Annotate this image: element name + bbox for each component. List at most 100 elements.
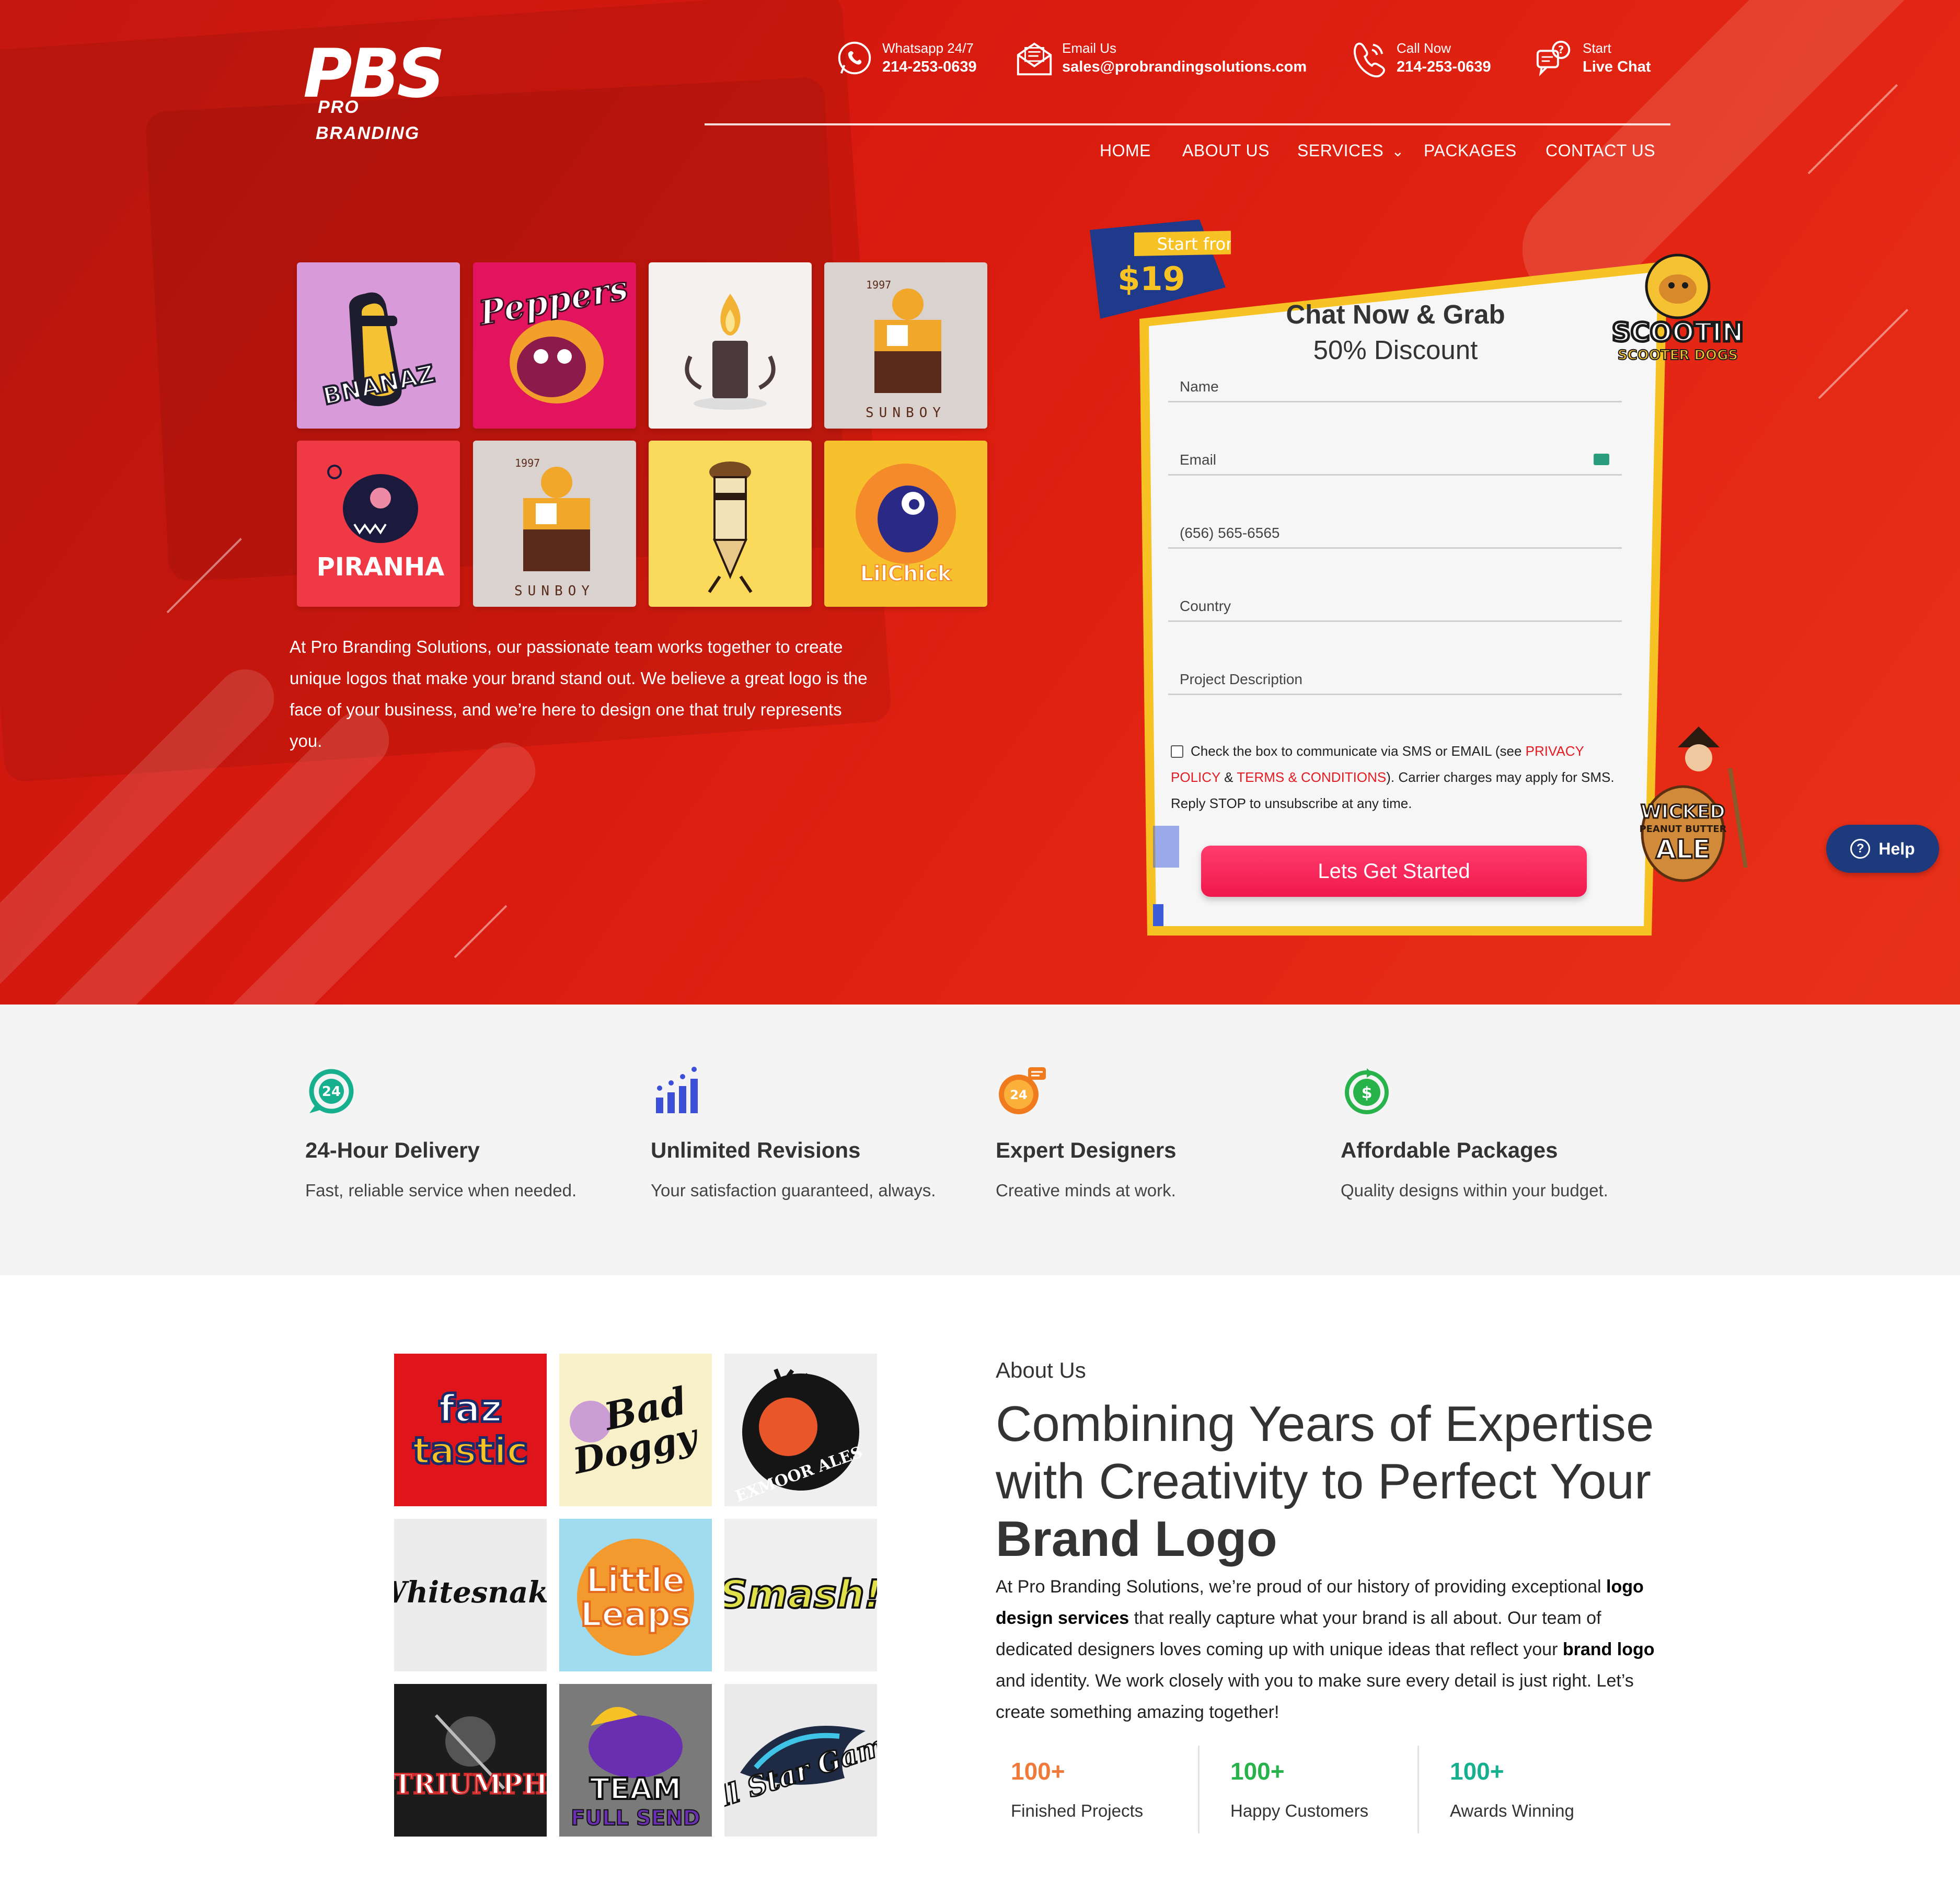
- consent-checkbox[interactable]: [1171, 745, 1183, 758]
- feature-desc: Fast, reliable service when needed.: [305, 1181, 577, 1200]
- mail-icon: [1594, 454, 1609, 465]
- portfolio-tile[interactable]: Peppers: [473, 262, 636, 429]
- about-label: About Us: [996, 1358, 1086, 1382]
- chevron-down-icon: ⌄: [1391, 143, 1404, 159]
- portfolio-grid-tile[interactable]: TEAM FULL SEND: [559, 1684, 712, 1837]
- project-description-field[interactable]: Project Description: [1168, 664, 1622, 695]
- tile-text: TRIUMPH: [394, 1769, 547, 1800]
- nav-services[interactable]: SERVICES ⌄: [1297, 141, 1404, 160]
- contact-value: Live Chat: [1583, 59, 1651, 75]
- all-star-game-logo-image: All Star Game: [724, 1684, 877, 1837]
- contact-email[interactable]: Email Us sales@probrandingsolutions.com: [1014, 34, 1307, 82]
- email-field-label: Email: [1180, 452, 1217, 468]
- about-title: Combining Years of Expertise with Creati…: [996, 1395, 1675, 1568]
- portfolio-grid-tile[interactable]: Whitesnake: [394, 1519, 547, 1671]
- brand-logo-link[interactable]: brand logo: [1563, 1640, 1655, 1659]
- contact-call[interactable]: Call Now 214-253-0639: [1348, 34, 1491, 82]
- feature-desc: Creative minds at work.: [996, 1181, 1176, 1200]
- portfolio-grid-tile[interactable]: All Star Game: [724, 1684, 877, 1837]
- candle-logo-image: [649, 262, 812, 429]
- pencil-character-logo-image: [649, 441, 812, 607]
- portfolio-grid-tile[interactable]: Bad Doggy: [559, 1354, 712, 1506]
- tile-text: SUNBOY: [866, 405, 946, 421]
- team-full-send-logo-image: TEAM FULL SEND: [559, 1684, 712, 1837]
- portfolio-tile[interactable]: LilChick: [824, 441, 987, 607]
- consent-text: Check the box to communicate via SMS or …: [1171, 738, 1631, 816]
- support-24-icon: 24: [999, 1067, 1046, 1114]
- country-field[interactable]: Country: [1168, 591, 1622, 622]
- contact-label: Whatsapp 24/7: [882, 40, 974, 56]
- lets-get-started-button[interactable]: Lets Get Started: [1201, 846, 1587, 897]
- contact-whatsapp[interactable]: Whatsapp 24/7 214-253-0639: [834, 34, 977, 82]
- logo-sub-branding: BRANDING: [316, 123, 420, 143]
- whatsapp-icon: [838, 41, 871, 75]
- stat-number: 100+: [1450, 1758, 1504, 1785]
- portfolio-tile[interactable]: BNANAZ: [297, 262, 460, 429]
- nav-services-label: SERVICES: [1297, 141, 1384, 160]
- contact-label: Call Now: [1397, 40, 1451, 56]
- phone-icon: [1353, 42, 1385, 78]
- price-text: $19: [1117, 260, 1185, 298]
- contact-live-chat[interactable]: ? Start Live Chat: [1535, 34, 1651, 82]
- little-leaps-logo-image: Little Leaps: [559, 1519, 712, 1671]
- portfolio-grid-tile[interactable]: EXMOOR ALES: [724, 1354, 877, 1506]
- dollar-cycle-icon: $: [1345, 1068, 1389, 1114]
- feature-item: Unlimited Revisions Your satisfaction gu…: [651, 1065, 964, 1201]
- bnanaz-logo-image: BNANAZ: [297, 262, 460, 429]
- tile-text: Little: [586, 1562, 685, 1600]
- portfolio-grid-tile[interactable]: faz tastic: [394, 1354, 547, 1506]
- sticker-text: SCOOTIN: [1612, 317, 1744, 348]
- help-button[interactable]: ? Help: [1826, 825, 1939, 873]
- peppers-logo-image: Peppers: [473, 262, 636, 429]
- contact-value: 214-253-0639: [882, 59, 977, 75]
- hero-line: [1807, 84, 1898, 175]
- portfolio-tile[interactable]: [649, 262, 812, 429]
- tile-text: SUNBOY: [514, 583, 595, 599]
- nav-contact[interactable]: CONTACT US: [1546, 141, 1655, 160]
- hero-line: [1818, 308, 1909, 399]
- hero-line: [454, 905, 508, 959]
- portfolio-tile[interactable]: PIRANHA: [297, 441, 460, 607]
- sunboy-logo-image: 1997 SUNBOY: [824, 262, 987, 429]
- name-field[interactable]: Name: [1168, 371, 1622, 402]
- nav-home[interactable]: HOME: [1100, 141, 1151, 160]
- hero-description: At Pro Branding Solutions, our passionat…: [290, 637, 868, 751]
- consent-pre: Check the box to communicate via SMS or …: [1191, 743, 1526, 759]
- about-body: At Pro Branding Solutions, we’re proud o…: [996, 1571, 1675, 1728]
- stat-divider: [1198, 1746, 1200, 1833]
- portfolio-grid-tile[interactable]: Little Leaps: [559, 1519, 712, 1671]
- portfolio-tile[interactable]: 1997 SUNBOY: [824, 262, 987, 429]
- contact-label: Email Us: [1062, 40, 1117, 56]
- stat-number: 100+: [1011, 1758, 1065, 1785]
- nav-about[interactable]: ABOUT US: [1182, 141, 1270, 160]
- about-body-text: At Pro Branding Solutions, we’re proud o…: [996, 1577, 1606, 1597]
- feature-title: Unlimited Revisions: [651, 1138, 861, 1162]
- stat-number: 100+: [1230, 1758, 1285, 1785]
- consent-amp: &: [1220, 769, 1237, 785]
- sticker-text: WICKED: [1641, 801, 1725, 823]
- sticker-text: PEANUT BUTTER: [1639, 824, 1726, 835]
- stat-divider: [1417, 1746, 1419, 1833]
- exmoor-ales-logo-image: EXMOOR ALES: [724, 1354, 877, 1506]
- price-badge: Start from $19: [1090, 220, 1231, 319]
- portfolio-tile[interactable]: 1997 SUNBOY: [473, 441, 636, 607]
- portfolio-tile[interactable]: [649, 441, 812, 607]
- scootin-sticker: SCOOTIN SCOOTER DOGS: [1610, 253, 1745, 364]
- contact-value: 214-253-0639: [1397, 59, 1491, 75]
- portfolio-grid-tile[interactable]: TRIUMPH: [394, 1684, 547, 1837]
- email-field[interactable]: Email: [1168, 444, 1622, 476]
- header-divider: [705, 123, 1670, 125]
- feature-item: $ Affordable Packages Quality designs wi…: [1341, 1065, 1654, 1201]
- whitesnake-logo-image: Whitesnake: [394, 1519, 547, 1671]
- stat-label: Happy Customers: [1230, 1801, 1369, 1820]
- nav-packages[interactable]: PACKAGES: [1424, 141, 1517, 160]
- feature-item: 24 Expert Designers Creative minds at wo…: [996, 1065, 1309, 1201]
- tile-text: Smash!: [724, 1572, 877, 1617]
- phone-field[interactable]: (656) 565-6565: [1168, 517, 1622, 549]
- terms-link[interactable]: TERMS & CONDITIONS: [1237, 769, 1386, 785]
- help-label: Help: [1878, 839, 1915, 858]
- brand-logo[interactable]: PBS PRO BRANDING: [303, 41, 502, 151]
- portfolio-grid-tile[interactable]: Smash!: [724, 1519, 877, 1671]
- sunboy-logo-image: 1997 SUNBOY: [473, 441, 636, 607]
- piranha-logo-image: PIRANHA: [297, 441, 460, 607]
